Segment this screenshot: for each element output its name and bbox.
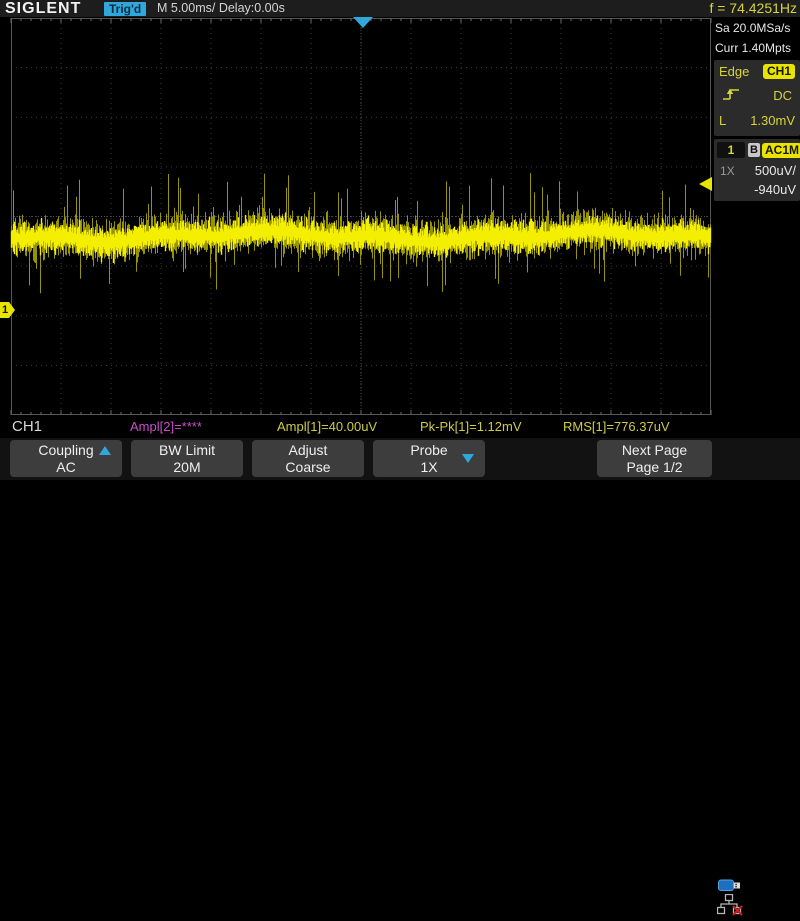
trigger-level-value: 1.30mV xyxy=(750,113,795,128)
bw-limit-value: 20M xyxy=(131,459,243,476)
channel-coupling-badge: AC1M xyxy=(762,143,800,158)
bw-limit-label: BW Limit xyxy=(131,441,243,459)
measurement-pkpk1: Pk-Pk[1]=1.12mV xyxy=(420,419,522,434)
active-channel-label: CH1 xyxy=(12,418,42,435)
trigger-coupling: DC xyxy=(773,88,792,103)
measurement-rms1: RMS[1]=776.37uV xyxy=(563,419,670,434)
waveform-display xyxy=(0,0,713,417)
trigger-level-label: L xyxy=(719,113,726,128)
bw-limit-button[interactable]: BW Limit 20M xyxy=(131,440,243,477)
trigger-type: Edge xyxy=(719,64,749,79)
acquisition-info: Sa 20.0MSa/s Curr 1.40Mpts xyxy=(714,18,800,58)
chevron-up-icon xyxy=(99,446,111,455)
volts-per-division: 500uV/ xyxy=(755,163,796,178)
chevron-down-icon xyxy=(462,454,474,463)
trigger-source-badge: CH1 xyxy=(763,64,795,79)
channel-number-box: 1 xyxy=(717,142,745,158)
next-page-button[interactable]: Next Page Page 1/2 xyxy=(597,440,712,477)
next-page-value: Page 1/2 xyxy=(597,459,712,476)
trigger-panel[interactable]: Edge CH1 DC L 1.30mV xyxy=(714,60,800,136)
frequency-counter: f = 74.4251Hz xyxy=(709,0,797,17)
measurement-ampl2: Ampl[2]=**** xyxy=(130,419,202,434)
status-icon-stack xyxy=(717,878,757,918)
coupling-value: AC xyxy=(10,459,122,476)
probe-attenuation: 1X xyxy=(720,164,735,178)
sample-rate: Sa 20.0MSa/s xyxy=(714,18,800,38)
measurement-ampl1: Ampl[1]=40.00uV xyxy=(277,419,377,434)
adjust-label: Adjust xyxy=(252,441,364,459)
adjust-button[interactable]: Adjust Coarse xyxy=(252,440,364,477)
channel-offset-value: -940uV xyxy=(754,182,796,197)
lan-disconnected-icon xyxy=(717,894,744,921)
channel1-panel[interactable]: 1 B AC1M 1X 500uV/ -940uV xyxy=(714,139,800,201)
softkey-menu-bar: Coupling AC BW Limit 20M Adjust Coarse P… xyxy=(0,438,800,480)
next-page-label: Next Page xyxy=(597,441,712,459)
coupling-button[interactable]: Coupling AC xyxy=(10,440,122,477)
adjust-value: Coarse xyxy=(252,459,364,476)
bandwidth-limit-badge: B xyxy=(748,143,760,157)
oscilloscope-screen: SIGLENT Trig'd M 5.00ms/ Delay:0.00s f =… xyxy=(0,0,800,480)
memory-depth: Curr 1.40Mpts xyxy=(714,38,800,58)
rising-edge-icon xyxy=(721,86,741,108)
probe-button[interactable]: Probe 1X xyxy=(373,440,485,477)
measurement-row: CH1 Ampl[2]=**** Ampl[1]=40.00uV Pk-Pk[1… xyxy=(0,417,800,437)
